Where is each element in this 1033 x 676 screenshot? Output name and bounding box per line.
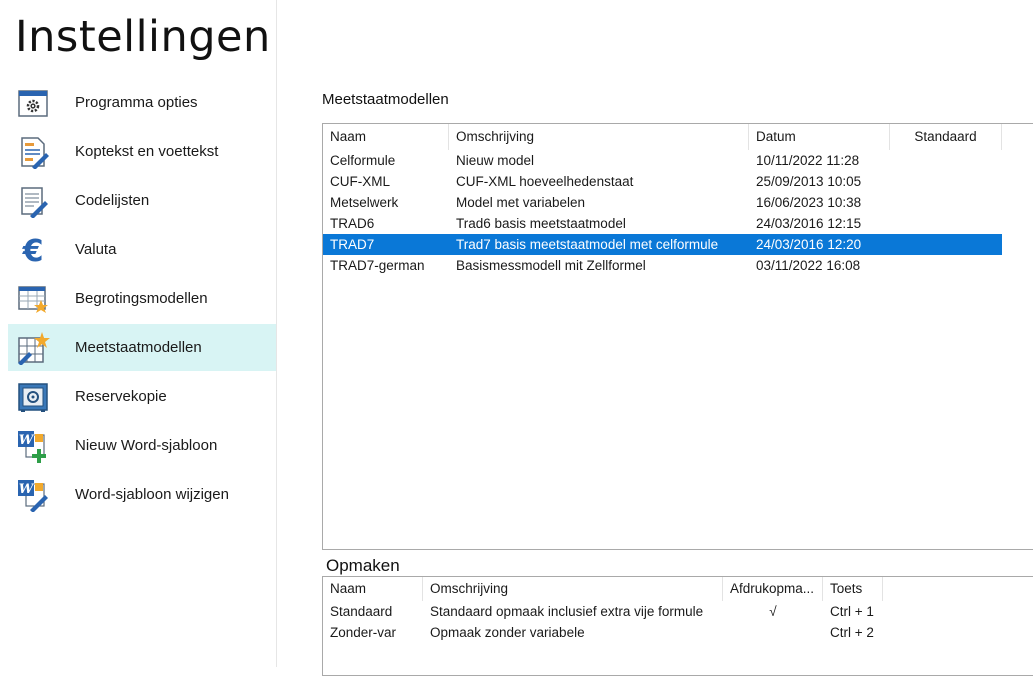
cell-afdruk bbox=[723, 622, 823, 643]
meetstaat-models-list[interactable]: Naam Omschrijving Datum Standaard Celfor… bbox=[322, 123, 1033, 550]
table-row[interactable]: Metselwerk Model met variabelen 16/06/2023… bbox=[323, 192, 1002, 213]
list-body: Standaard Standaard opmaak inclusief extr… bbox=[323, 601, 1033, 643]
column-header-afdrukopmaak[interactable]: Afdrukopma... bbox=[723, 577, 823, 601]
safe-icon bbox=[18, 382, 48, 412]
cell-standaard bbox=[890, 192, 1002, 213]
column-header-naam[interactable]: Naam bbox=[323, 124, 449, 150]
svg-text:W: W bbox=[19, 482, 35, 497]
cell-omschrijving: Basismessmodell mit Zellformel bbox=[456, 258, 646, 273]
cell-omschrijving: Nieuw model bbox=[456, 153, 535, 168]
nav-item-codelijsten[interactable]: Codelijsten bbox=[8, 177, 276, 224]
cell-naam: Standaard bbox=[330, 604, 393, 619]
cell-datum: 24/03/2016 12:20 bbox=[756, 237, 862, 252]
gear-window-icon bbox=[18, 89, 48, 117]
nav-label: Koptekst en voettekst bbox=[75, 143, 219, 160]
cell-naam: TRAD6 bbox=[330, 216, 375, 231]
nav-label: Word-sjabloon wijzigen bbox=[75, 486, 229, 503]
column-header-toets[interactable]: Toets bbox=[823, 577, 883, 601]
cell-omschrijving: Trad6 basis meetstaatmodel bbox=[456, 216, 626, 231]
notepad-pen-icon bbox=[21, 186, 48, 218]
cell-naam: Celformule bbox=[330, 153, 396, 168]
cell-naam: CUF-XML bbox=[330, 174, 390, 189]
nav-label: Valuta bbox=[75, 241, 117, 258]
word-pen-icon: W bbox=[18, 479, 48, 512]
list-header: Naam Omschrijving Afdrukopma... Toets bbox=[323, 577, 1033, 601]
nav-item-koptekst-en-voettekst[interactable]: Koptekst en voettekst bbox=[8, 128, 276, 175]
column-header-naam[interactable]: Naam bbox=[323, 577, 423, 601]
column-header-omschrijving[interactable]: Omschrijving bbox=[423, 577, 723, 601]
nav-label: Meetstaatmodellen bbox=[75, 339, 202, 356]
nav-label: Programma opties bbox=[75, 94, 198, 111]
cell-datum: 10/11/2022 11:28 bbox=[756, 153, 860, 168]
nav-item-nieuw-word-sjabloon[interactable]: W Nieuw Word-sjabloon bbox=[8, 422, 276, 469]
list-body: Celformule Nieuw model 10/11/2022 11:28 CUF… bbox=[323, 150, 1033, 276]
table-row[interactable]: Zonder-var Opmaak zonder variabele Ctrl + … bbox=[323, 622, 1033, 643]
table-row[interactable]: CUF-XML CUF-XML hoeveelhedenstaat 25/09/20… bbox=[323, 171, 1002, 192]
table-star-icon bbox=[18, 285, 48, 313]
cell-standaard bbox=[890, 213, 1002, 234]
cell-standaard bbox=[890, 234, 1002, 255]
grid-star-pen-icon bbox=[18, 331, 50, 365]
euro-icon: € bbox=[22, 234, 44, 267]
page-title: Instellingen bbox=[15, 12, 271, 62]
cell-naam: Metselwerk bbox=[330, 195, 399, 210]
cell-datum: 24/03/2016 12:15 bbox=[756, 216, 862, 231]
nav-item-programma-opties[interactable]: Programma opties bbox=[8, 79, 276, 126]
table-row[interactable]: TRAD7-german Basismessmodell mit Zellform… bbox=[323, 255, 1002, 276]
opmaken-formats-list[interactable]: Naam Omschrijving Afdrukopma... Toets St… bbox=[322, 576, 1033, 676]
nav-item-reservekopie[interactable]: Reservekopie bbox=[8, 373, 276, 420]
table-row[interactable]: Standaard Standaard opmaak inclusief extr… bbox=[323, 601, 1033, 622]
svg-text:W: W bbox=[19, 433, 35, 448]
cell-standaard bbox=[890, 150, 1002, 171]
opmaken-section-label: Opmaken bbox=[326, 556, 400, 575]
cell-datum: 25/09/2013 10:05 bbox=[756, 174, 862, 189]
cell-naam: TRAD7 bbox=[330, 237, 375, 252]
column-header-datum[interactable]: Datum bbox=[749, 124, 890, 150]
nav-item-valuta[interactable]: € Valuta bbox=[8, 226, 276, 273]
svg-text:€: € bbox=[22, 234, 44, 267]
cell-afdruk: √ bbox=[769, 604, 777, 619]
column-header-standaard[interactable]: Standaard bbox=[890, 124, 1002, 150]
cell-omschrijving: Standaard opmaak inclusief extra vije fo… bbox=[430, 604, 704, 619]
cell-omschrijving: Opmaak zonder variabele bbox=[430, 625, 585, 640]
nav-item-word-sjabloon-wijzigen[interactable]: W Word-sjabloon wijzigen bbox=[8, 471, 276, 518]
cell-standaard bbox=[890, 171, 1002, 192]
cell-naam: Zonder-var bbox=[330, 625, 397, 640]
cell-datum: 03/11/2022 16:08 bbox=[756, 258, 861, 273]
nav-label: Begrotingsmodellen bbox=[75, 290, 208, 307]
list-header: Naam Omschrijving Datum Standaard bbox=[323, 124, 1033, 150]
nav-label: Nieuw Word-sjabloon bbox=[75, 437, 218, 454]
cell-omschrijving: Trad7 basis meetstaatmodel met celformul… bbox=[456, 237, 719, 252]
word-plus-icon: W bbox=[18, 430, 46, 463]
settings-nav: Programma opties Koptekst en voettekst C… bbox=[8, 79, 276, 520]
cell-datum: 16/06/2023 10:38 bbox=[756, 195, 862, 210]
sidebar: Programma opties Koptekst en voettekst C… bbox=[0, 0, 277, 667]
nav-item-begrotingsmodellen[interactable]: Begrotingsmodellen bbox=[8, 275, 276, 322]
cell-toets: Ctrl + 2 bbox=[830, 625, 874, 640]
table-row[interactable]: Celformule Nieuw model 10/11/2022 11:28 bbox=[323, 150, 1002, 171]
table-row[interactable]: TRAD7 Trad7 basis meetstaatmodel met celf… bbox=[323, 234, 1002, 255]
cell-toets: Ctrl + 1 bbox=[830, 604, 874, 619]
nav-label: Reservekopie bbox=[75, 388, 167, 405]
document-pen-icon bbox=[21, 136, 49, 169]
column-header-omschrijving[interactable]: Omschrijving bbox=[449, 124, 749, 150]
meetstaat-section-label: Meetstaatmodellen bbox=[322, 91, 449, 108]
cell-naam: TRAD7-german bbox=[330, 258, 425, 273]
cell-omschrijving: CUF-XML hoeveelhedenstaat bbox=[456, 174, 634, 189]
cell-standaard bbox=[890, 255, 1002, 276]
nav-label: Codelijsten bbox=[75, 192, 150, 209]
nav-item-meetstaatmodellen[interactable]: Meetstaatmodellen bbox=[8, 324, 276, 371]
cell-omschrijving: Model met variabelen bbox=[456, 195, 586, 210]
table-row[interactable]: TRAD6 Trad6 basis meetstaatmodel 24/03/201… bbox=[323, 213, 1002, 234]
